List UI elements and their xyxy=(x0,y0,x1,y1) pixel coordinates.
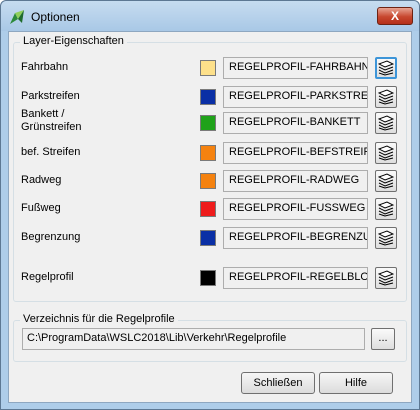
layer-color-swatch[interactable] xyxy=(200,89,216,105)
layer-label: Begrenzung xyxy=(21,231,81,243)
layer-name-field[interactable]: REGELPROFIL-BEGRENZUNG xyxy=(223,227,368,249)
layer-stack-icon xyxy=(378,89,394,105)
layer-label: Bankett / Grünstreifen xyxy=(21,108,82,133)
close-window-button[interactable]: X xyxy=(377,7,413,25)
layer-name-field[interactable]: REGELPROFIL-FAHRBAHN xyxy=(223,57,368,79)
layer-label: Radweg xyxy=(21,174,62,186)
layer-stack-icon xyxy=(378,230,394,246)
layer-color-swatch[interactable] xyxy=(200,115,216,131)
layer-name-field[interactable]: REGELPROFIL-RADWEG xyxy=(223,170,368,192)
layer-stack-icon xyxy=(378,60,394,76)
layer-name-field[interactable]: REGELPROFIL-REGELBLOCK xyxy=(223,267,368,289)
window-title: Optionen xyxy=(31,10,80,24)
help-button[interactable]: Hilfe xyxy=(319,372,393,394)
layer-stack-icon xyxy=(378,270,394,286)
layer-color-swatch[interactable] xyxy=(200,201,216,217)
layer-select-button[interactable] xyxy=(375,112,397,134)
options-dialog: Optionen X Layer-Eigenschaften Verzeichn… xyxy=(0,0,420,410)
dialog-body: Layer-Eigenschaften Verzeichnis für die … xyxy=(8,31,412,403)
layer-color-swatch[interactable] xyxy=(200,230,216,246)
title-bar[interactable]: Optionen X xyxy=(1,1,419,31)
layer-color-swatch[interactable] xyxy=(200,173,216,189)
layer-name-field[interactable]: REGELPROFIL-BEFSTREIFEN xyxy=(223,142,368,164)
layer-label: bef. Streifen xyxy=(21,146,81,158)
layer-stack-icon xyxy=(378,173,394,189)
layer-label: Fahrbahn xyxy=(21,61,69,73)
directory-title: Verzeichnis für die Regelprofile xyxy=(20,313,178,325)
layer-label: Parkstreifen xyxy=(21,90,80,102)
layer-select-button[interactable] xyxy=(375,86,397,108)
layer-stack-icon xyxy=(378,145,394,161)
layer-name-field[interactable]: REGELPROFIL-PARKSTREIFEN xyxy=(223,86,368,108)
regelprofile-path-field[interactable]: C:\ProgramData\WSLC2018\Lib\Verkehr\Rege… xyxy=(22,328,365,350)
close-icon: X xyxy=(390,9,399,23)
layer-properties-title: Layer-Eigenschaften xyxy=(20,35,127,47)
layer-select-button[interactable] xyxy=(375,227,397,249)
layer-select-button[interactable] xyxy=(375,170,397,192)
layer-color-swatch[interactable] xyxy=(200,145,216,161)
layer-name-field[interactable]: REGELPROFIL-FUSSWEG xyxy=(223,198,368,220)
layer-color-swatch[interactable] xyxy=(200,270,216,286)
browse-button[interactable]: ... xyxy=(371,328,395,350)
layer-name-field[interactable]: REGELPROFIL-BANKETT xyxy=(223,112,368,134)
layer-label: Fußweg xyxy=(21,202,61,214)
layer-label: Regelprofil xyxy=(21,271,74,283)
layer-stack-icon xyxy=(378,201,394,217)
layer-select-button[interactable] xyxy=(375,57,397,79)
close-button[interactable]: Schließen xyxy=(241,372,315,394)
layer-select-button[interactable] xyxy=(375,198,397,220)
layer-select-button[interactable] xyxy=(375,142,397,164)
app-logo-icon xyxy=(10,10,24,24)
layer-select-button[interactable] xyxy=(375,267,397,289)
layer-stack-icon xyxy=(378,115,394,131)
directory-group: Verzeichnis für die Regelprofile C:\Prog… xyxy=(13,313,407,362)
layer-color-swatch[interactable] xyxy=(200,60,216,76)
